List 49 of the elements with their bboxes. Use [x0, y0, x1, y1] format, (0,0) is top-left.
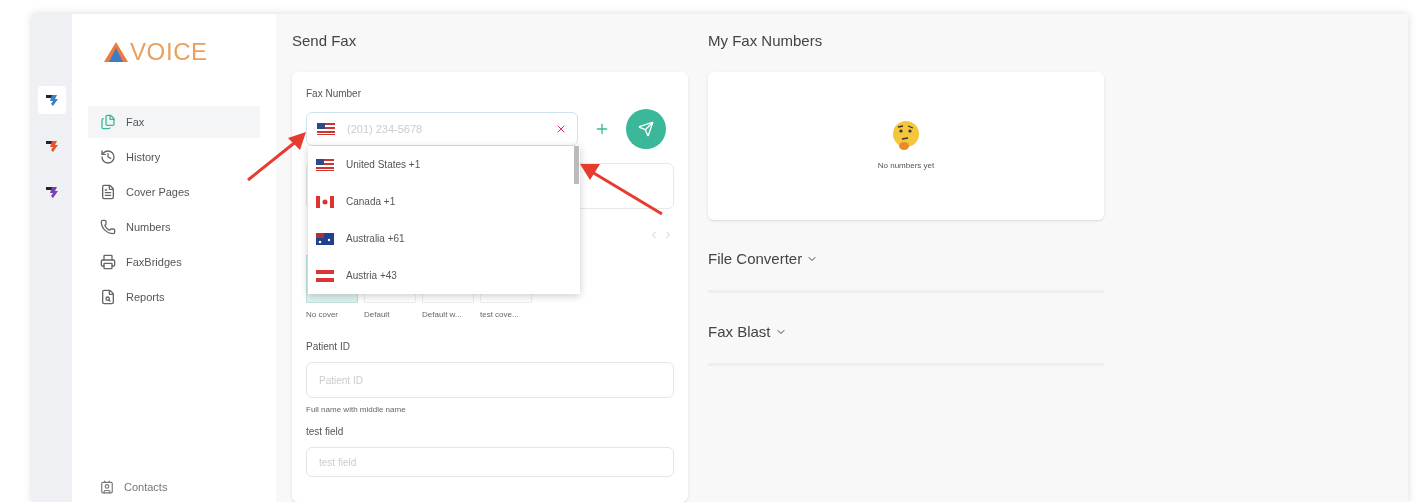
- flag-icon: [316, 232, 334, 245]
- nav-icon: [100, 219, 116, 235]
- flag-icon: [316, 269, 334, 282]
- nav-item[interactable]: Reports: [88, 281, 260, 313]
- section-title: Send Fax: [292, 31, 358, 51]
- nav-item[interactable]: FaxBridges: [88, 246, 260, 278]
- flag-icon: [316, 158, 334, 171]
- arrow-drawing: [246, 130, 308, 182]
- nav-item[interactable]: Numbers: [88, 211, 260, 243]
- nav-icon: [100, 114, 116, 130]
- scrollbar-thumb[interactable]: [574, 146, 579, 184]
- nav-item[interactable]: Fax: [88, 106, 260, 138]
- send-icon: [638, 121, 654, 137]
- cover-label: Default w...: [422, 309, 463, 321]
- nav-icon: [100, 289, 116, 305]
- helper-text: Full name with middle name: [306, 404, 407, 416]
- section-toggle[interactable]: Fax Blast: [708, 319, 1104, 345]
- contacts-icon: [100, 480, 114, 494]
- flag-icon: [317, 123, 335, 135]
- country-option[interactable]: Australia +61: [308, 220, 574, 257]
- logo-icon: [104, 42, 128, 62]
- country-option[interactable]: United States +1: [308, 146, 574, 183]
- cover-label: test cove...: [480, 309, 520, 321]
- empty-message: No numbers yet: [877, 160, 935, 172]
- add-icon[interactable]: [594, 121, 610, 137]
- country-option[interactable]: Austria +43: [308, 257, 574, 294]
- section-toggle[interactable]: File Converter: [708, 246, 1104, 272]
- flag-icon: [316, 195, 334, 208]
- clear-icon[interactable]: [555, 123, 567, 135]
- nav-icon: [100, 149, 116, 165]
- section-title: My Fax Numbers: [708, 31, 824, 51]
- cover-label: No cover: [306, 309, 339, 321]
- nav-icon: [100, 254, 116, 270]
- app-logo-icon: [44, 184, 60, 200]
- nav-item[interactable]: Cover Pages: [88, 176, 260, 208]
- app-logo-icon: [44, 138, 60, 154]
- app-logo-icon: [44, 92, 60, 108]
- field-label: Patient ID: [306, 340, 351, 354]
- logo-text: VOICE: [130, 37, 208, 67]
- nav-item[interactable]: History: [88, 141, 260, 173]
- field-label: Fax Number: [306, 87, 362, 101]
- cover-label: Default: [364, 309, 391, 321]
- nav-icon: [100, 184, 116, 200]
- country-option[interactable]: Canada +1: [308, 183, 574, 220]
- field-label: test field: [306, 425, 345, 439]
- thinking-face-icon: [891, 120, 921, 152]
- nav-item[interactable]: Contacts: [88, 476, 260, 498]
- app-tab[interactable]: [38, 86, 66, 114]
- send-button[interactable]: [626, 109, 666, 149]
